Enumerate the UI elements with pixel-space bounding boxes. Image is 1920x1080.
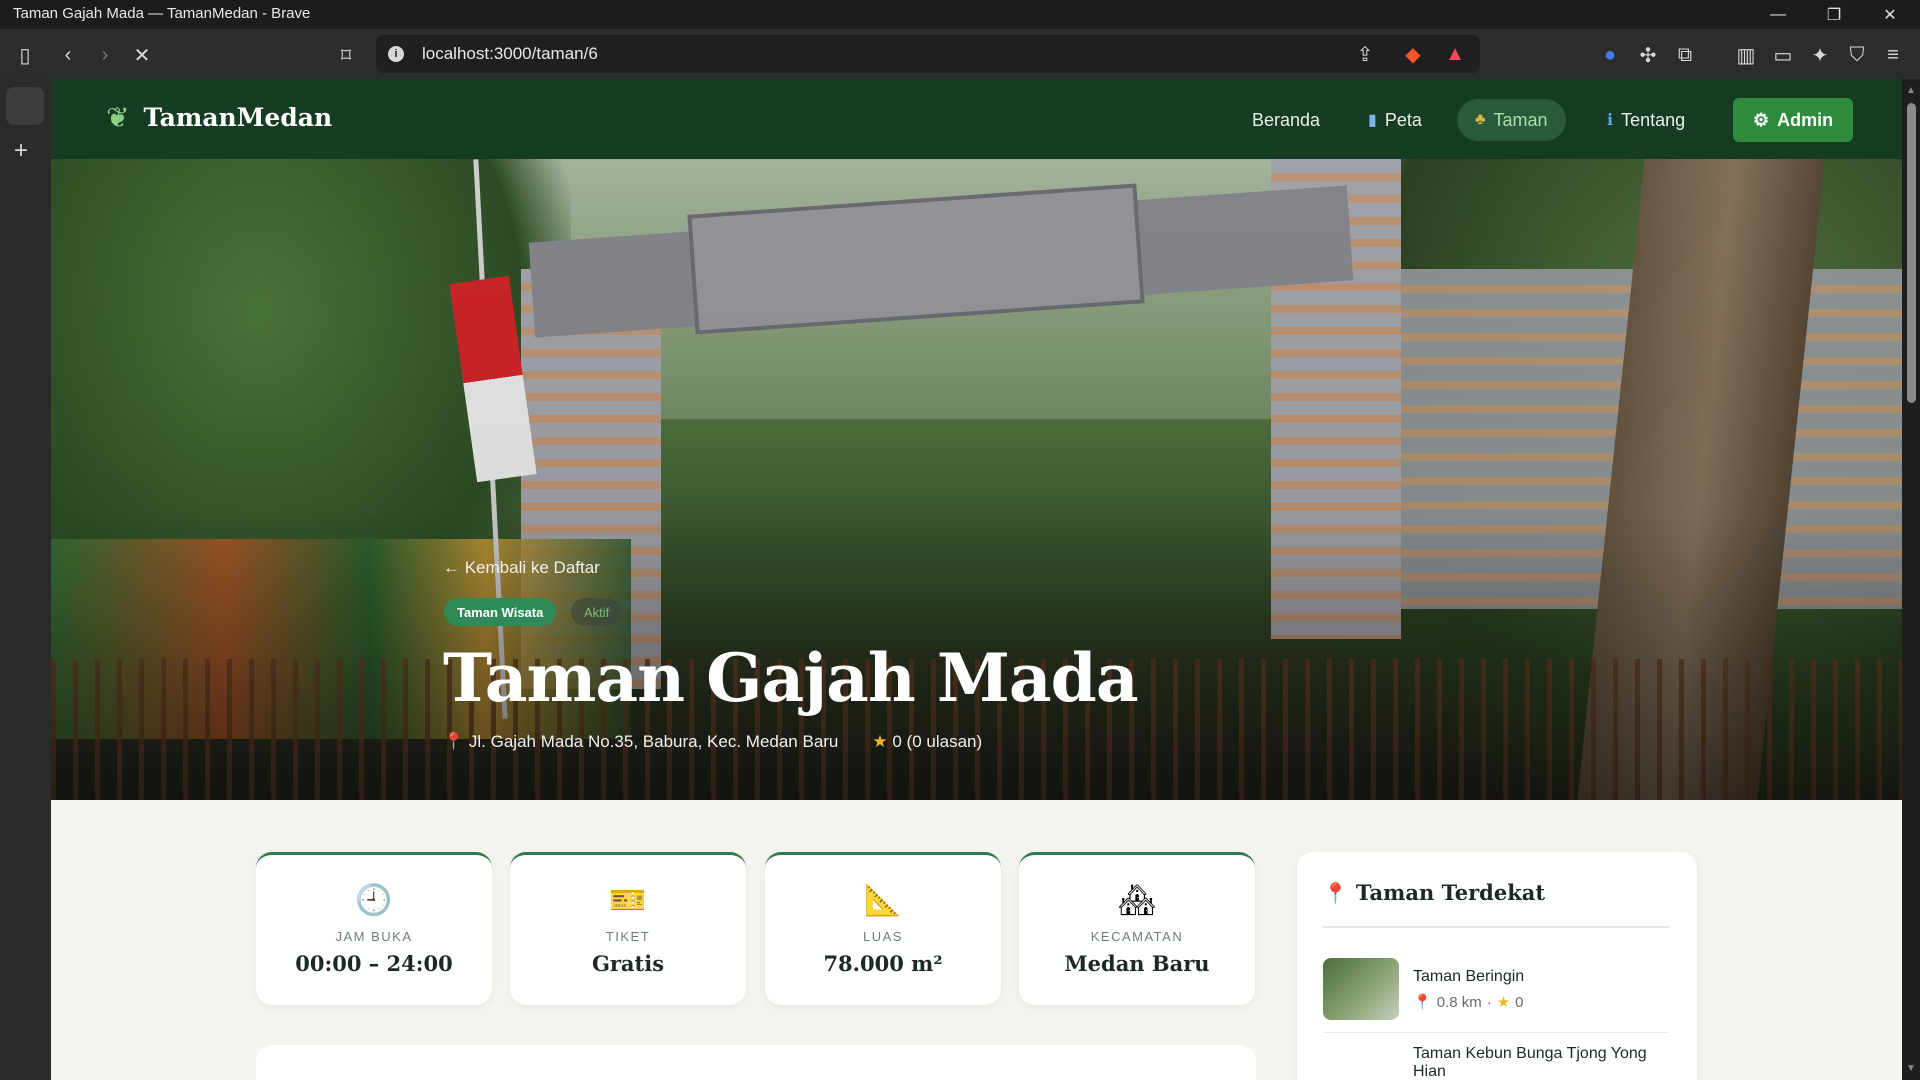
- forward-icon[interactable]: ›: [92, 42, 118, 68]
- category-badge: Taman Wisata: [444, 598, 557, 626]
- stat-label: LUAS: [863, 929, 903, 944]
- stat-label: TIKET: [605, 929, 651, 944]
- hero-banner: ← Kembali ke Daftar Taman Wisata Aktif T…: [51, 159, 1902, 800]
- menu-icon[interactable]: ≡: [1880, 42, 1906, 68]
- screenshot-icon[interactable]: ⧉: [1672, 42, 1698, 68]
- park-address: Jl. Gajah Mada No.35, Babura, Kec. Medan…: [468, 732, 839, 751]
- nav-link-tentang[interactable]: ℹ Tentang: [1589, 99, 1703, 141]
- nearby-item[interactable]: Taman Kebun Bunga Tjong Yong Hian: [1323, 1032, 1669, 1080]
- bookmark-icon[interactable]: ⌑: [333, 42, 359, 68]
- stat-label: JAM BUKA: [335, 929, 413, 944]
- nav-link-taman[interactable]: ♣ Taman: [1457, 99, 1566, 141]
- nearby-name[interactable]: Taman Kebun Bunga Tjong Yong Hian: [1413, 1045, 1669, 1080]
- nearby-thumbnail[interactable]: [1323, 958, 1399, 1020]
- star-icon: ★: [872, 732, 888, 751]
- scroll-up-icon[interactable]: ▲: [1906, 85, 1916, 96]
- page-scrollbar[interactable]: ▲ ▼: [1902, 79, 1920, 1080]
- nearby-rating: 0: [1515, 993, 1524, 1011]
- park-title: Taman Gajah Mada: [443, 639, 1139, 717]
- rating-row: ★ 0 (0 ulasan): [872, 732, 982, 752]
- house-icon: 🏘: [1117, 884, 1157, 917]
- extensions-icon[interactable]: ✣: [1635, 42, 1661, 68]
- stat-card-jam-buka: 🕘 JAM BUKA 00:00 – 24:00: [256, 852, 492, 1005]
- clock-icon: 🕘: [355, 884, 393, 917]
- scroll-down-icon[interactable]: ▼: [1906, 1063, 1916, 1074]
- gear-icon: ⚙: [1753, 109, 1770, 130]
- restore-button[interactable]: ❐: [1806, 0, 1862, 29]
- park-rating: 0 (0 ulasan): [892, 732, 983, 751]
- leaf-icon: ❦: [106, 102, 130, 133]
- stat-card-luas: 📐 LUAS 78.000 m²: [765, 852, 1001, 1005]
- brand-name: TamanMedan: [143, 103, 333, 132]
- nav-link-peta[interactable]: ▮ Peta: [1350, 99, 1440, 141]
- separator: ·: [1486, 993, 1492, 1011]
- divider: [1323, 926, 1669, 928]
- vertical-tabs-sidebar: +: [0, 79, 51, 1080]
- stat-value: Gratis: [591, 951, 665, 976]
- site-info-icon[interactable]: i: [388, 46, 404, 62]
- pin-icon: 📍: [1323, 880, 1348, 905]
- back-icon[interactable]: ‹: [55, 42, 81, 68]
- wallet-icon[interactable]: ▭: [1770, 42, 1796, 68]
- stat-value: 00:00 – 24:00: [295, 951, 453, 976]
- stop-loading-icon[interactable]: ✕: [129, 42, 155, 68]
- browser-toolbar: ▯ ‹ › ✕ ⌑ i localhost:3000/taman/6 ⇪ ◆ ▲…: [0, 29, 1920, 79]
- restore-icon: ❐: [1826, 6, 1842, 24]
- ruler-icon: 📐: [864, 884, 902, 917]
- nearby-name[interactable]: Taman Beringin: [1413, 968, 1669, 986]
- nav-link-label: Peta: [1384, 109, 1422, 130]
- sidebar-toggle-icon[interactable]: ▯: [12, 42, 38, 68]
- nearby-item[interactable]: Taman Beringin 📍 0.8 km · ★ 0: [1323, 958, 1669, 1028]
- stat-value: 78.000 m²: [823, 951, 943, 976]
- password-manager-icon[interactable]: ●: [1597, 42, 1623, 68]
- nearby-distance: 0.8 km: [1436, 993, 1482, 1011]
- page-viewport: ❦ TamanMedan Beranda ▮ Peta ♣ Taman ℹ Te…: [51, 79, 1902, 1080]
- nearby-meta: 📍 0.8 km · ★ 0: [1413, 993, 1524, 1012]
- description-card: [256, 1045, 1256, 1080]
- leo-ai-icon[interactable]: ✦: [1807, 42, 1833, 68]
- site-navbar: ❦ TamanMedan Beranda ▮ Peta ♣ Taman ℹ Te…: [51, 79, 1902, 159]
- nav-link-label: Beranda: [1252, 109, 1321, 130]
- scrollbar-thumb[interactable]: [1907, 103, 1916, 403]
- ticket-icon: 🎫: [609, 884, 647, 917]
- stat-card-tiket: 🎫 TIKET Gratis: [510, 852, 746, 1005]
- address-bar[interactable]: i localhost:3000/taman/6 ⇪ ◆ ▲: [376, 35, 1480, 73]
- url-text[interactable]: localhost:3000/taman/6: [422, 44, 598, 64]
- close-window-button[interactable]: ✕: [1862, 0, 1918, 29]
- close-icon: ✕: [1883, 6, 1897, 24]
- brave-shields-icon[interactable]: ◆: [1400, 41, 1426, 67]
- status-badge: Aktif: [571, 598, 623, 626]
- active-tab[interactable]: [6, 87, 44, 125]
- window-titlebar: Taman Gajah Mada — TamanMedan - Brave — …: [0, 0, 1920, 29]
- nav-link-beranda[interactable]: Beranda: [1234, 99, 1338, 141]
- vpn-icon[interactable]: ⛉: [1844, 42, 1870, 68]
- brand-logo[interactable]: ❦ TamanMedan: [106, 101, 332, 134]
- nearby-title: 📍 Taman Terdekat: [1323, 880, 1545, 905]
- stat-card-kecamatan: 🏘 KECAMATAN Medan Baru: [1019, 852, 1255, 1005]
- minimize-icon: —: [1770, 5, 1786, 23]
- nearby-parks-panel: 📍 Taman Terdekat Taman Beringin 📍 0.8 km…: [1297, 852, 1697, 1080]
- admin-button[interactable]: ⚙ Admin: [1733, 98, 1854, 142]
- nav-link-label: Tentang: [1621, 109, 1686, 130]
- minimize-button[interactable]: —: [1750, 0, 1806, 29]
- address-row: 📍 Jl. Gajah Mada No.35, Babura, Kec. Med…: [443, 732, 838, 752]
- new-tab-icon[interactable]: +: [14, 137, 28, 165]
- back-to-list-link[interactable]: ← Kembali ke Daftar: [443, 558, 600, 578]
- pin-icon: 📍: [443, 732, 465, 751]
- nav-link-label: Taman: [1493, 109, 1548, 130]
- stat-label: KECAMATAN: [1090, 929, 1184, 944]
- tree-icon: ♣: [1475, 111, 1486, 128]
- star-icon: ★: [1496, 994, 1511, 1011]
- side-panel-icon[interactable]: ▥: [1733, 42, 1759, 68]
- park-meta: 📍 Jl. Gajah Mada No.35, Babura, Kec. Med…: [443, 732, 982, 752]
- share-icon[interactable]: ⇪: [1352, 41, 1378, 67]
- pin-icon: 📍: [1413, 994, 1432, 1011]
- map-book-icon: ▮: [1368, 112, 1377, 129]
- brave-rewards-icon[interactable]: ▲: [1442, 41, 1468, 67]
- nearby-title-text: Taman Terdekat: [1355, 880, 1546, 905]
- window-title: Taman Gajah Mada — TamanMedan - Brave: [13, 5, 311, 22]
- stat-value: Medan Baru: [1064, 951, 1210, 976]
- admin-label: Admin: [1777, 109, 1834, 130]
- info-icon: ℹ: [1607, 112, 1614, 129]
